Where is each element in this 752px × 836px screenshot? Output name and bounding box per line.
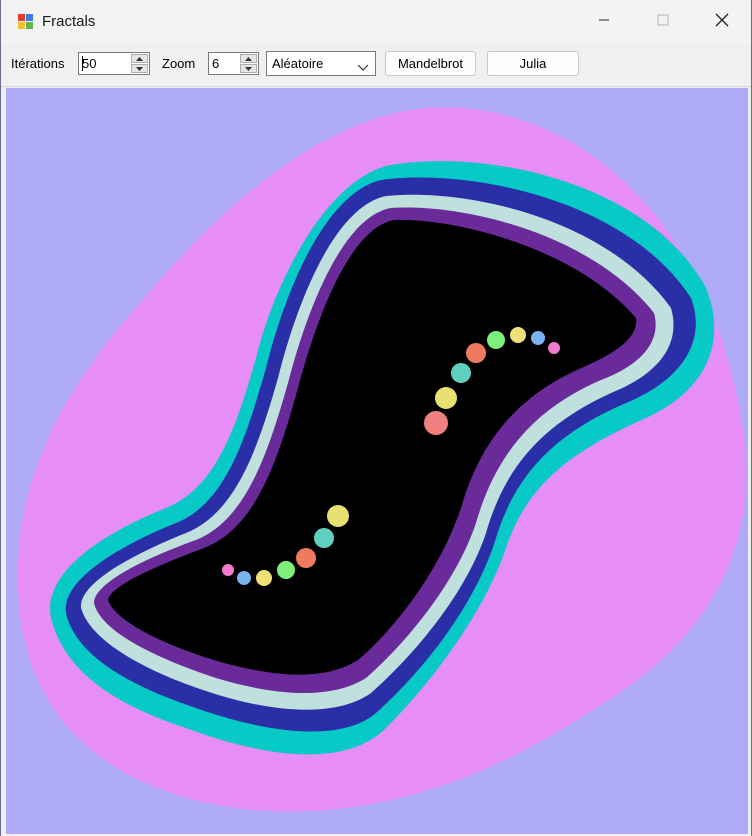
- chevron-up-icon: [136, 56, 143, 61]
- iterations-stepper[interactable]: 50: [78, 52, 150, 75]
- zoom-down-button[interactable]: [240, 64, 257, 73]
- iterations-label: Itérations: [11, 56, 65, 71]
- julia-button[interactable]: Julia: [487, 51, 579, 76]
- chevron-down-icon: [245, 66, 252, 71]
- palette-selected-value: Aléatoire: [272, 56, 324, 71]
- iterations-stepper-arrows: [131, 54, 148, 73]
- mandelbrot-button[interactable]: Mandelbrot: [385, 51, 476, 76]
- iterations-up-button[interactable]: [131, 54, 148, 63]
- title-bar[interactable]: Fractals: [1, 0, 751, 44]
- zoom-label: Zoom: [162, 56, 196, 71]
- chevron-up-icon: [245, 56, 252, 61]
- toolbar: Itérations 50 Zoom 6 Aléatoire Mandelbro…: [1, 44, 751, 87]
- fractal-canvas[interactable]: [6, 88, 748, 834]
- minimize-icon: [598, 13, 610, 31]
- maximize-icon: [657, 13, 669, 31]
- julia-set-image: [17, 107, 747, 812]
- text-caret: [82, 56, 83, 71]
- minimize-button[interactable]: [575, 0, 633, 44]
- maximize-button[interactable]: [634, 0, 692, 44]
- zoom-stepper[interactable]: 6: [208, 52, 259, 75]
- app-fractal-icon: [18, 14, 34, 30]
- zoom-up-button[interactable]: [240, 54, 257, 63]
- close-icon: [715, 13, 729, 32]
- zoom-stepper-arrows: [240, 54, 257, 73]
- window-title: Fractals: [42, 13, 96, 30]
- close-button[interactable]: [693, 0, 751, 44]
- iterations-value[interactable]: 50: [82, 56, 96, 71]
- chevron-down-icon: [357, 59, 369, 77]
- palette-select[interactable]: Aléatoire: [266, 51, 376, 76]
- iterations-down-button[interactable]: [131, 64, 148, 73]
- app-window: Fractals Itérations 50 Zoom 6 Aléatoire …: [0, 0, 752, 836]
- chevron-down-icon: [136, 66, 143, 71]
- zoom-value[interactable]: 6: [212, 56, 219, 71]
